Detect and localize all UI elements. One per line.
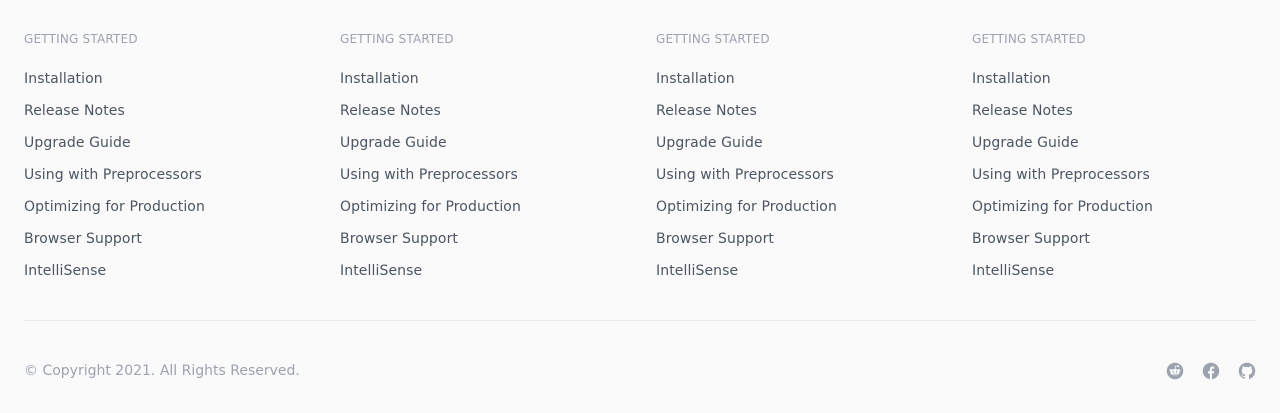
column-heading: GETTING STARTED [340, 32, 454, 46]
facebook-link[interactable] [1202, 362, 1220, 380]
footer-column-2: GETTING STARTED Installation Release Not… [340, 32, 656, 293]
link-upgrade-guide[interactable]: Upgrade Guide [656, 135, 763, 151]
link-list: Installation Release Notes Upgrade Guide… [972, 69, 1280, 293]
footer-column-3: GETTING STARTED Installation Release Not… [656, 32, 972, 293]
link-intellisense[interactable]: IntelliSense [24, 263, 106, 279]
link-intellisense[interactable]: IntelliSense [340, 263, 422, 279]
list-item: Optimizing for Production [24, 197, 340, 229]
link-release-notes[interactable]: Release Notes [972, 103, 1073, 119]
list-item: Release Notes [24, 101, 340, 133]
footer-column-1: GETTING STARTED Installation Release Not… [24, 32, 340, 293]
link-upgrade-guide[interactable]: Upgrade Guide [24, 135, 131, 151]
list-item: Optimizing for Production [340, 197, 656, 229]
list-item: Release Notes [972, 101, 1280, 133]
link-optimizing-for-production[interactable]: Optimizing for Production [656, 199, 837, 215]
list-item: Release Notes [656, 101, 972, 133]
link-browser-support[interactable]: Browser Support [340, 231, 458, 247]
link-optimizing-for-production[interactable]: Optimizing for Production [24, 199, 205, 215]
list-item: Upgrade Guide [24, 133, 340, 165]
footer-column-4: GETTING STARTED Installation Release Not… [972, 32, 1280, 293]
link-using-with-preprocessors[interactable]: Using with Preprocessors [972, 167, 1150, 183]
list-item: Using with Preprocessors [24, 165, 340, 197]
link-intellisense[interactable]: IntelliSense [972, 263, 1054, 279]
list-item: Upgrade Guide [656, 133, 972, 165]
link-list: Installation Release Notes Upgrade Guide… [340, 69, 656, 293]
list-item: Browser Support [24, 229, 340, 261]
link-optimizing-for-production[interactable]: Optimizing for Production [340, 199, 521, 215]
list-item: IntelliSense [24, 261, 340, 293]
facebook-icon [1202, 362, 1220, 380]
list-item: Installation [972, 69, 1280, 101]
link-list: Installation Release Notes Upgrade Guide… [24, 69, 340, 293]
list-item: Release Notes [340, 101, 656, 133]
link-using-with-preprocessors[interactable]: Using with Preprocessors [24, 167, 202, 183]
list-item: Installation [24, 69, 340, 101]
site-footer: GETTING STARTED Installation Release Not… [0, 0, 1280, 413]
footer-columns: GETTING STARTED Installation Release Not… [24, 0, 1256, 293]
link-installation[interactable]: Installation [340, 71, 419, 87]
list-item: Using with Preprocessors [656, 165, 972, 197]
list-item: Browser Support [340, 229, 656, 261]
column-heading: GETTING STARTED [24, 32, 138, 46]
link-installation[interactable]: Installation [656, 71, 735, 87]
link-browser-support[interactable]: Browser Support [24, 231, 142, 247]
link-installation[interactable]: Installation [972, 71, 1051, 87]
list-item: Upgrade Guide [972, 133, 1280, 165]
link-using-with-preprocessors[interactable]: Using with Preprocessors [656, 167, 834, 183]
list-item: Installation [340, 69, 656, 101]
reddit-link[interactable] [1166, 362, 1184, 380]
link-browser-support[interactable]: Browser Support [972, 231, 1090, 247]
list-item: IntelliSense [656, 261, 972, 293]
column-heading: GETTING STARTED [656, 32, 770, 46]
footer-divider [24, 320, 1256, 321]
link-release-notes[interactable]: Release Notes [24, 103, 125, 119]
reddit-icon [1166, 362, 1184, 380]
list-item: Optimizing for Production [972, 197, 1280, 229]
list-item: IntelliSense [972, 261, 1280, 293]
list-item: Upgrade Guide [340, 133, 656, 165]
list-item: Optimizing for Production [656, 197, 972, 229]
link-release-notes[interactable]: Release Notes [656, 103, 757, 119]
list-item: Browser Support [972, 229, 1280, 261]
link-using-with-preprocessors[interactable]: Using with Preprocessors [340, 167, 518, 183]
copyright-text: © Copyright 2021. All Rights Reserved. [24, 363, 300, 379]
link-upgrade-guide[interactable]: Upgrade Guide [340, 135, 447, 151]
link-optimizing-for-production[interactable]: Optimizing for Production [972, 199, 1153, 215]
github-link[interactable] [1238, 362, 1256, 380]
github-icon [1238, 362, 1256, 380]
column-heading: GETTING STARTED [972, 32, 1086, 46]
list-item: IntelliSense [340, 261, 656, 293]
list-item: Using with Preprocessors [340, 165, 656, 197]
social-links [1166, 362, 1256, 380]
link-intellisense[interactable]: IntelliSense [656, 263, 738, 279]
list-item: Installation [656, 69, 972, 101]
list-item: Using with Preprocessors [972, 165, 1280, 197]
link-upgrade-guide[interactable]: Upgrade Guide [972, 135, 1079, 151]
footer-bottom-bar: © Copyright 2021. All Rights Reserved. [24, 360, 1256, 382]
link-browser-support[interactable]: Browser Support [656, 231, 774, 247]
link-list: Installation Release Notes Upgrade Guide… [656, 69, 972, 293]
link-release-notes[interactable]: Release Notes [340, 103, 441, 119]
link-installation[interactable]: Installation [24, 71, 103, 87]
list-item: Browser Support [656, 229, 972, 261]
